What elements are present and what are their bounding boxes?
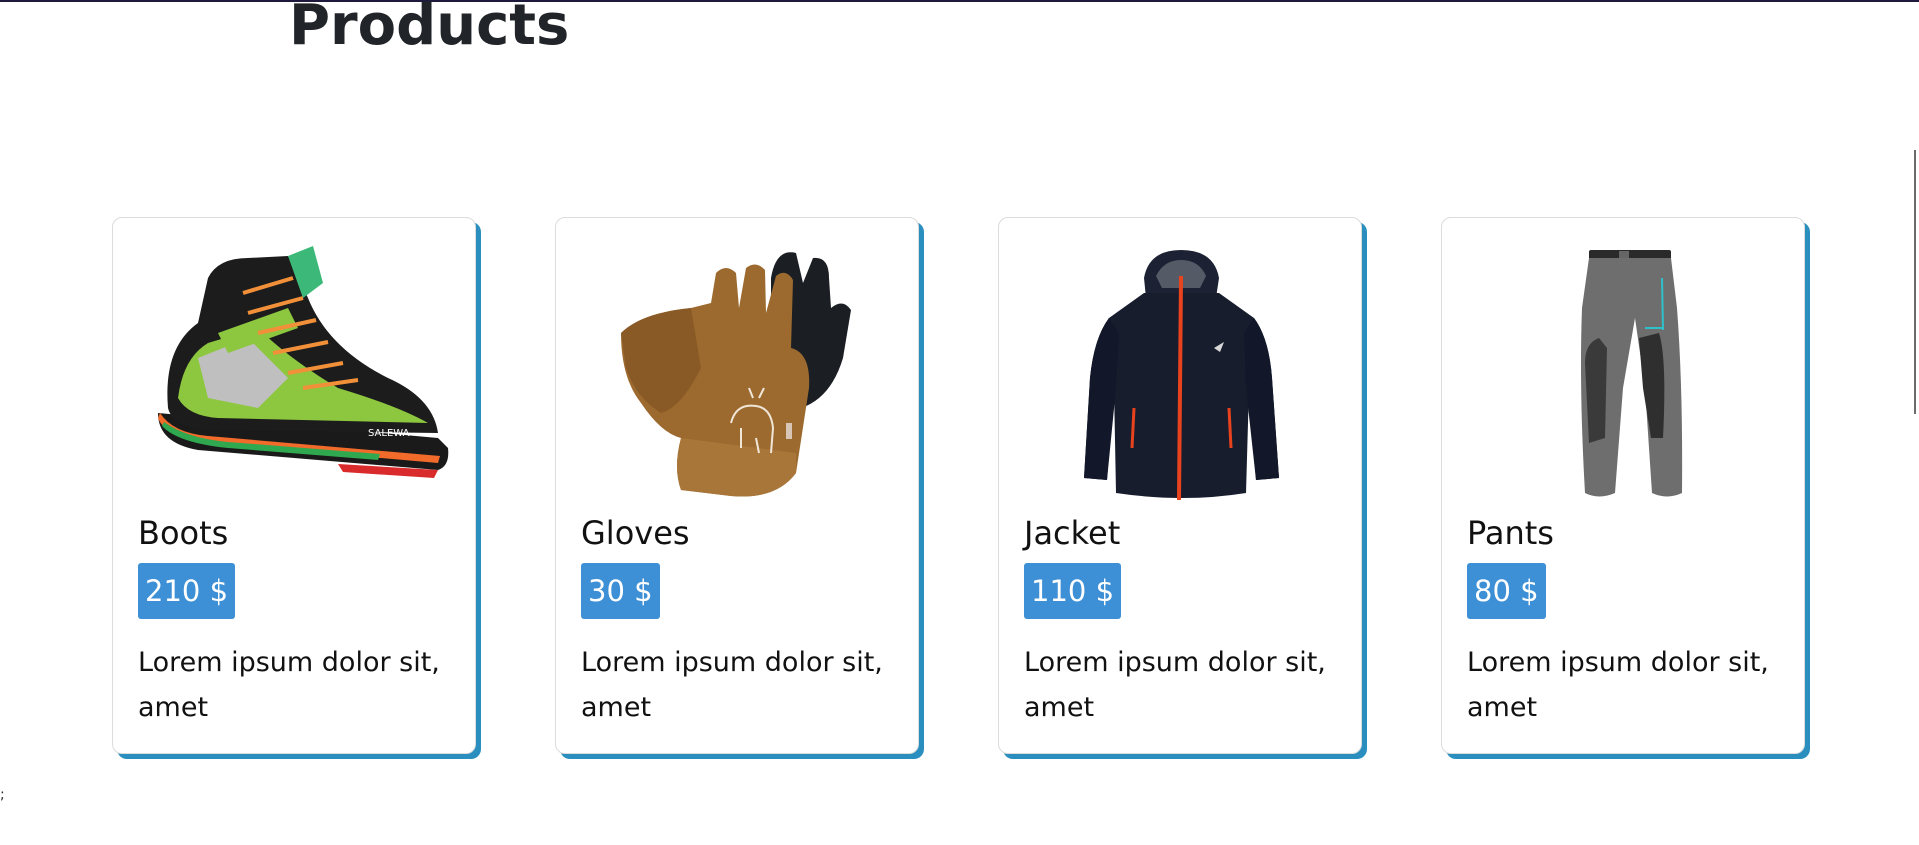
svg-text:SALEWA: SALEWA [368, 428, 410, 439]
jacket-icon [1024, 238, 1338, 508]
product-description: Lorem ipsum dolor sit, amet [1024, 647, 1326, 723]
stray-text: ; [0, 787, 5, 803]
price-badge: 110 $ [1024, 563, 1122, 619]
product-name: Jacket [1024, 514, 1121, 552]
product-name: Gloves [581, 514, 690, 552]
pants-icon [1467, 238, 1781, 508]
product-grid: SALEWA Boots 210 $ Lorem ipsum dolor sit… [0, 0, 1919, 845]
price-badge: 210 $ [138, 563, 236, 619]
price-badge: 30 $ [581, 563, 660, 619]
hiking-boot-icon: SALEWA [138, 238, 452, 508]
product-card-jacket[interactable]: Jacket 110 $ Lorem ipsum dolor sit, amet [998, 217, 1362, 754]
product-description: Lorem ipsum dolor sit, amet [138, 647, 440, 723]
product-name: Pants [1467, 514, 1554, 552]
product-card-gloves[interactable]: Gloves 30 $ Lorem ipsum dolor sit, amet [555, 217, 919, 754]
product-name: Boots [138, 514, 229, 552]
gloves-icon [581, 238, 895, 508]
product-card-pants[interactable]: Pants 80 $ Lorem ipsum dolor sit, amet [1441, 217, 1805, 754]
product-card-boots[interactable]: SALEWA Boots 210 $ Lorem ipsum dolor sit… [112, 217, 476, 754]
product-description: Lorem ipsum dolor sit, amet [1467, 647, 1769, 723]
product-description: Lorem ipsum dolor sit, amet [581, 647, 883, 723]
price-badge: 80 $ [1467, 563, 1546, 619]
